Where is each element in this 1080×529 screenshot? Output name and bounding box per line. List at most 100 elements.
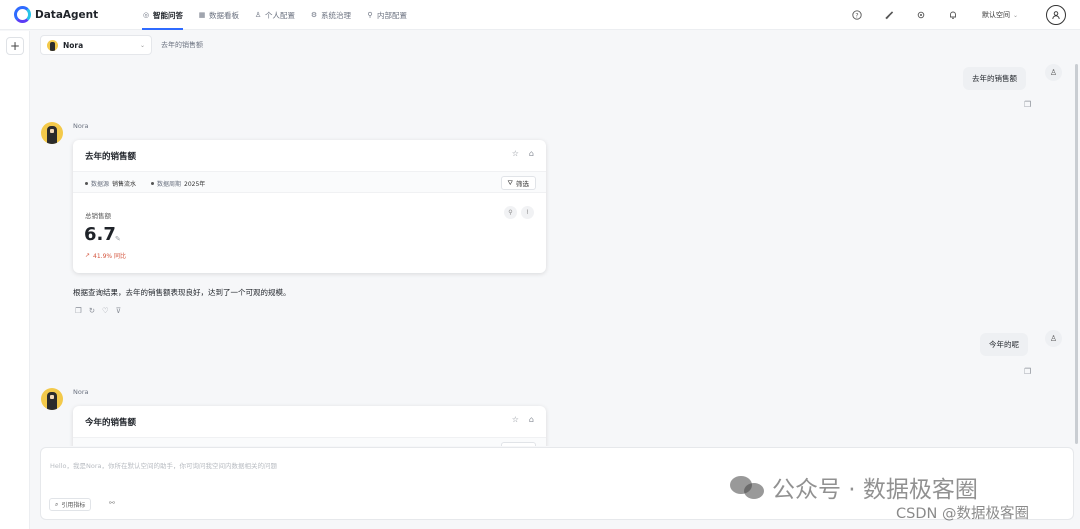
new-chat-button[interactable]: + bbox=[6, 37, 24, 55]
nav-item-label: 智能问答 bbox=[153, 10, 183, 20]
delete-icon[interactable]: ⌂ bbox=[529, 149, 534, 158]
chat-area[interactable]: 去年的销售额 ♙ ❐ Nora 去年的销售额 ☆ ⌂ 数据源 销售流水 数据周期… bbox=[31, 58, 1080, 446]
meta-value: 2025年 bbox=[184, 181, 206, 188]
card-title: 今年的销售额 bbox=[85, 418, 137, 428]
nav-item-label: 个人配置 bbox=[265, 10, 295, 20]
thumb-down-icon[interactable]: ⊽ bbox=[116, 306, 122, 315]
metric-trend: ↗ 41.9% 同比 bbox=[85, 251, 126, 260]
nav-item-label: 数据看板 bbox=[209, 10, 239, 20]
trend-text: 41.9% 同比 bbox=[93, 253, 126, 260]
card-meta-row: 数据源 销售流水 数据周期 2025年 ⛛ 筛选 bbox=[73, 171, 546, 193]
copy-icon[interactable]: ❐ bbox=[75, 306, 82, 315]
user-message-avatar: ♙ bbox=[1045, 64, 1062, 81]
filter-icon: ⛛ bbox=[508, 445, 513, 447]
thumb-up-icon[interactable]: ♡ bbox=[102, 306, 109, 315]
copy-icon[interactable]: ❐ bbox=[1024, 100, 1031, 109]
star-icon[interactable]: ☆ bbox=[512, 149, 519, 158]
nav-item-dashboard[interactable]: ▦ 数据看板 bbox=[198, 0, 248, 30]
bot-name: Nora bbox=[73, 122, 89, 130]
app-logo[interactable]: DataAgent bbox=[14, 6, 98, 23]
nav-item-personal[interactable]: ♙ 个人配置 bbox=[254, 0, 304, 30]
bot-name: Nora bbox=[73, 388, 89, 396]
gear-icon: ⚙ bbox=[310, 11, 318, 19]
edit-icon[interactable]: ✎ bbox=[115, 235, 121, 243]
star-icon[interactable]: ☆ bbox=[512, 415, 519, 424]
filter-label: 筛选 bbox=[516, 180, 529, 188]
metric-tools: ⚲ ⌇ bbox=[504, 206, 534, 219]
pin-icon[interactable]: ⚲ bbox=[504, 206, 517, 219]
bot-avatar bbox=[41, 388, 63, 410]
bot-answer-text: 根据查询结果，去年的销售额表现良好，达到了一个可观的规模。 bbox=[73, 288, 291, 297]
user-avatar[interactable] bbox=[1046, 5, 1066, 25]
cite-label: 引用指标 bbox=[61, 502, 86, 509]
card-actions: ☆ ⌂ bbox=[512, 415, 534, 424]
space-select[interactable]: 默认空间 ⌄ bbox=[976, 7, 1024, 23]
card-actions: ☆ ⌂ bbox=[512, 149, 534, 158]
conversation-title: 去年的销售额 bbox=[161, 41, 203, 49]
space-select-label: 默认空间 bbox=[981, 11, 1010, 19]
bullet-icon bbox=[85, 182, 88, 185]
copy-icon[interactable]: ❐ bbox=[1024, 367, 1031, 376]
message-tools: ❐ ↻ ♡ ⊽ bbox=[75, 306, 121, 315]
filter-label: 筛选 bbox=[516, 444, 529, 446]
meta-period: 数据周期 2025年 bbox=[151, 179, 205, 188]
search-icon: ⌕ bbox=[55, 500, 59, 508]
app-name: DataAgent bbox=[35, 8, 99, 21]
card-meta-row: ⛛ 筛选 bbox=[73, 437, 546, 446]
nav-item-governance[interactable]: ⚙ 系统治理 bbox=[310, 0, 360, 30]
nav-item-label: 内部配置 bbox=[377, 10, 407, 20]
logo-icon bbox=[14, 6, 31, 23]
brush-icon[interactable] bbox=[878, 4, 900, 26]
chevron-down-icon: ⌄ bbox=[1012, 11, 1018, 19]
top-bar: DataAgent ◎ 智能问答 ▦ 数据看板 ♙ 个人配置 ⚙ 系统治理 ⚲ … bbox=[0, 0, 1080, 30]
dashboard-icon: ▦ bbox=[198, 11, 206, 19]
result-card: 今年的销售额 ☆ ⌂ ⛛ 筛选 bbox=[73, 406, 546, 446]
meta-label: 数据周期 bbox=[157, 181, 182, 188]
chat-scrollbar[interactable] bbox=[1072, 58, 1080, 446]
user-icon: ♙ bbox=[254, 11, 262, 19]
meta-value: 销售流水 bbox=[112, 181, 137, 188]
nav-item-label: 系统治理 bbox=[321, 10, 351, 20]
settings-icon[interactable] bbox=[910, 4, 932, 26]
cite-metric-button[interactable]: ⌕ 引用指标 bbox=[49, 498, 92, 511]
filter-icon: ⛛ bbox=[507, 178, 513, 187]
filter-button[interactable]: ⛛ 筛选 bbox=[500, 176, 536, 190]
meta-datasource: 数据源 销售流水 bbox=[85, 179, 136, 188]
meta-label: 数据源 bbox=[91, 181, 110, 188]
result-card: 去年的销售额 ☆ ⌂ 数据源 销售流水 数据周期 2025年 ⛛ 筛选 总销售额… bbox=[73, 140, 546, 273]
agent-select[interactable]: Nora ⌄ bbox=[40, 35, 152, 55]
bell-icon[interactable] bbox=[942, 4, 964, 26]
attach-icon[interactable]: ⚯ bbox=[109, 499, 115, 507]
refresh-icon[interactable]: ↻ bbox=[89, 306, 95, 315]
watermark: 公众号 · 数据极客圈 bbox=[730, 470, 978, 504]
svg-text:?: ? bbox=[855, 12, 858, 19]
agent-avatar bbox=[47, 39, 58, 51]
delete-icon[interactable]: ⌂ bbox=[529, 415, 534, 424]
help-icon[interactable]: ? bbox=[846, 4, 868, 26]
agent-select-label: Nora bbox=[63, 40, 84, 50]
metric-value: 6.7 bbox=[84, 224, 116, 245]
bullet-icon bbox=[151, 182, 154, 185]
header-actions: ? 默认空间 ⌄ bbox=[836, 4, 1066, 26]
composer-placeholder[interactable]: Hello，我是Nora，你所在默认空间的助手，你可询问我空间内数据相关的问题 bbox=[50, 460, 277, 470]
wechat-logo-icon bbox=[730, 474, 766, 500]
main-nav: ◎ 智能问答 ▦ 数据看板 ♙ 个人配置 ⚙ 系统治理 ⚲ 内部配置 bbox=[142, 0, 422, 30]
user-message: 今年的呢 bbox=[980, 333, 1028, 356]
chat-icon: ◎ bbox=[142, 11, 150, 19]
scrollbar-thumb[interactable] bbox=[1075, 64, 1078, 444]
nav-item-chat[interactable]: ◎ 智能问答 bbox=[142, 0, 192, 30]
trend-up-icon: ↗ bbox=[85, 252, 91, 259]
chart-icon[interactable]: ⌇ bbox=[521, 206, 534, 219]
nav-item-internal[interactable]: ⚲ 内部配置 bbox=[366, 0, 416, 30]
filter-button[interactable]: ⛛ 筛选 bbox=[500, 442, 536, 447]
metric-label: 总销售额 bbox=[85, 212, 111, 220]
plus-icon: + bbox=[9, 39, 21, 53]
bot-avatar bbox=[41, 122, 63, 144]
config-icon: ⚲ bbox=[367, 11, 373, 19]
watermark-csdn: CSDN @数据极客圈 bbox=[896, 506, 1029, 522]
left-rail: + bbox=[0, 31, 30, 529]
card-title: 去年的销售额 bbox=[85, 152, 137, 162]
watermark-text: 公众号 · 数据极客圈 bbox=[772, 477, 978, 503]
user-message-avatar: ♙ bbox=[1045, 330, 1062, 347]
user-message: 去年的销售额 bbox=[963, 67, 1026, 90]
